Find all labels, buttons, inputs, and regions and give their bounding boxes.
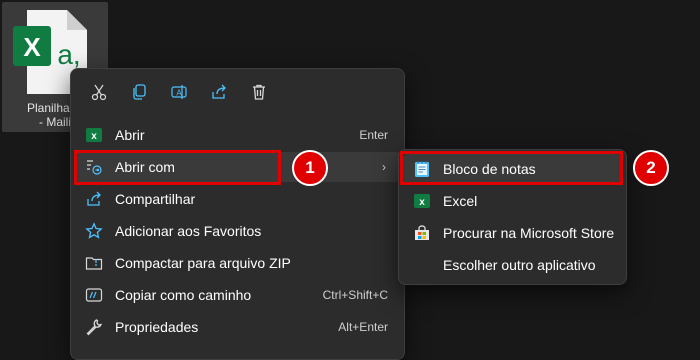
submenu-item-notepad[interactable]: Bloco de notas — [403, 154, 622, 184]
menu-item-shortcut: Alt+Enter — [338, 320, 388, 334]
submenu-item-choose-other-app[interactable]: Escolher outro aplicativo — [403, 250, 622, 280]
menu-item-properties[interactable]: Propriedades Alt+Enter — [75, 312, 400, 342]
store-icon — [413, 224, 431, 242]
delete-button[interactable] — [239, 77, 279, 111]
menu-item-shortcut: Enter — [359, 128, 388, 142]
context-menu-toolbar: A — [79, 77, 279, 111]
submenu-item-microsoft-store[interactable]: Procurar na Microsoft Store — [403, 218, 622, 248]
step-badge-1: 1 — [292, 150, 328, 186]
wrench-icon — [85, 318, 103, 336]
excel-icon: x — [413, 192, 431, 210]
delete-icon — [250, 83, 268, 106]
blank-icon — [413, 256, 431, 274]
menu-item-copy-path[interactable]: Copiar como caminho Ctrl+Shift+C — [75, 280, 400, 310]
menu-item-add-favorites[interactable]: Adicionar aos Favoritos — [75, 216, 400, 246]
menu-item-open[interactable]: x Abrir Enter — [75, 120, 400, 150]
excel-icon: x — [85, 126, 103, 144]
submenu-item-excel[interactable]: x Excel — [403, 186, 622, 216]
svg-text:a,: a, — [57, 39, 80, 70]
submenu-item-label: Bloco de notas — [443, 161, 536, 177]
context-menu: A x Abrir Enter Abrir com › Compartilhar… — [70, 68, 405, 360]
menu-item-label: Compartilhar — [115, 191, 196, 207]
chevron-right-icon: › — [382, 160, 386, 174]
rename-button[interactable]: A — [159, 77, 199, 111]
copy-button[interactable] — [119, 77, 159, 111]
menu-item-label: Copiar como caminho — [115, 287, 252, 303]
menu-item-share[interactable]: Compartilhar — [75, 184, 400, 214]
svg-text:X: X — [23, 32, 41, 62]
copy-icon — [130, 83, 148, 106]
menu-item-label: Abrir — [115, 127, 145, 143]
menu-item-open-with[interactable]: Abrir com › — [75, 152, 400, 182]
cut-icon — [90, 83, 108, 106]
submenu-item-label: Escolher outro aplicativo — [443, 257, 596, 273]
submenu-item-label: Procurar na Microsoft Store — [443, 225, 615, 241]
rename-icon: A — [170, 83, 188, 106]
open-with-submenu: Bloco de notas x Excel Procurar na Micro… — [398, 149, 627, 285]
share-icon — [210, 83, 228, 106]
svg-text:x: x — [91, 131, 97, 142]
menu-item-compress-zip[interactable]: Compactar para arquivo ZIP — [75, 248, 400, 278]
share-icon — [85, 190, 103, 208]
menu-item-label: Compactar para arquivo ZIP — [115, 255, 291, 271]
submenu-item-label: Excel — [443, 193, 478, 209]
share-button[interactable] — [199, 77, 239, 111]
menu-item-label: Propriedades — [115, 319, 199, 335]
menu-item-label: Abrir com — [115, 159, 175, 175]
menu-item-shortcut: Ctrl+Shift+C — [322, 288, 388, 302]
svg-text:x: x — [419, 197, 425, 208]
step-badge-2: 2 — [633, 150, 669, 186]
notepad-icon — [413, 160, 431, 178]
star-icon — [85, 222, 103, 240]
menu-item-label: Adicionar aos Favoritos — [115, 223, 262, 239]
copy-path-icon — [85, 286, 103, 304]
open-with-icon — [85, 158, 103, 176]
zip-folder-icon — [85, 254, 103, 272]
cut-button[interactable] — [79, 77, 119, 111]
